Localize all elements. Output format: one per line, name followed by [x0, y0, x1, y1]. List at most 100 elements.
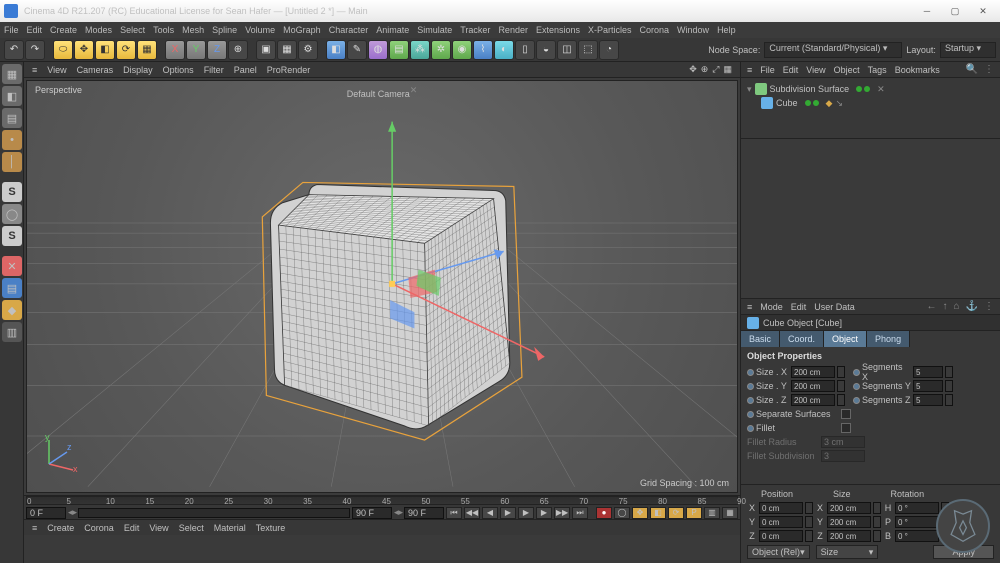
mat-corona[interactable]: Corona	[84, 523, 114, 533]
maximize-button[interactable]: ▢	[942, 2, 968, 20]
move-tool[interactable]: ✥	[74, 40, 94, 60]
render-view-button[interactable]: ▣	[256, 40, 276, 60]
key-pos[interactable]: ✥	[632, 507, 648, 519]
axis-z-toggle[interactable]: Z	[207, 40, 227, 60]
end-frame[interactable]: 90 F	[352, 507, 392, 519]
vp-display[interactable]: Display	[123, 65, 153, 75]
size-field[interactable]: 200 cm	[827, 530, 871, 542]
seg-field[interactable]: 5	[913, 394, 943, 406]
light-button[interactable]: ◒	[536, 40, 556, 60]
pos-field[interactable]: 0 cm	[759, 502, 803, 514]
minimize-button[interactable]: ─	[914, 2, 940, 20]
menu-spline[interactable]: Spline	[212, 25, 237, 35]
last-tool[interactable]: ▦	[137, 40, 157, 60]
mat-create[interactable]: Create	[47, 523, 74, 533]
layer-icon[interactable]: ▤	[2, 278, 22, 298]
snap-s2[interactable]: S	[2, 226, 22, 246]
xparticles-icon[interactable]: ✕	[2, 256, 22, 276]
menu-corona[interactable]: Corona	[640, 25, 670, 35]
volume-builder[interactable]: ◉	[452, 40, 472, 60]
coord-mode2[interactable]: Size▾	[816, 545, 879, 559]
seg-field[interactable]: 5	[913, 366, 943, 378]
subdiv-generator[interactable]: ◍	[368, 40, 388, 60]
current-frame[interactable]: 90 F	[404, 507, 444, 519]
attr-edit[interactable]: Edit	[791, 302, 807, 312]
separate-checkbox[interactable]	[841, 409, 851, 419]
next-frame[interactable]: ▶	[536, 507, 552, 519]
cube-primitive[interactable]: ◧	[326, 40, 346, 60]
misc-button[interactable]: ⬚	[578, 40, 598, 60]
vp-nav3[interactable]: ⤢	[712, 64, 719, 75]
key-opts[interactable]: ▥	[704, 507, 720, 519]
key-scale[interactable]: ◧	[650, 507, 666, 519]
menu-xparticles[interactable]: X-Particles	[588, 25, 632, 35]
om-view[interactable]: View	[806, 65, 825, 75]
camera-button[interactable]: ▯	[515, 40, 535, 60]
menu-render[interactable]: Render	[498, 25, 528, 35]
mat-view[interactable]: View	[149, 523, 168, 533]
start-frame[interactable]: 0 F	[26, 507, 66, 519]
mat-material[interactable]: Material	[214, 523, 246, 533]
misc2-button[interactable]: ◔	[599, 40, 619, 60]
attr-userdata[interactable]: User Data	[814, 302, 855, 312]
play-fwd[interactable]: ▶	[518, 507, 534, 519]
size-field[interactable]: 200 cm	[791, 380, 835, 392]
prev-frame[interactable]: ◀	[482, 507, 498, 519]
matbar-ham[interactable]: ≡	[32, 523, 37, 533]
tree-subdiv[interactable]: ▾ Subdivision Surface ✕	[747, 82, 994, 96]
extrude-generator[interactable]: ▤	[389, 40, 409, 60]
record-button[interactable]: ●	[596, 507, 612, 519]
menu-tracker[interactable]: Tracker	[460, 25, 490, 35]
menu-simulate[interactable]: Simulate	[417, 25, 452, 35]
vp-view[interactable]: View	[47, 65, 66, 75]
environment[interactable]: ◐	[494, 40, 514, 60]
texture-mode[interactable]: ▤	[2, 108, 22, 128]
point-mode[interactable]: •	[2, 130, 22, 150]
om-search-icon[interactable]: 🔍	[966, 64, 978, 75]
om-bookmarks[interactable]: Bookmarks	[895, 65, 940, 75]
menu-modes[interactable]: Modes	[85, 25, 112, 35]
timeline-open[interactable]: ▦	[722, 507, 738, 519]
vp-nav2[interactable]: ⊕	[701, 64, 709, 75]
size-field[interactable]: 200 cm	[791, 366, 835, 378]
om-ham[interactable]: ≡	[747, 65, 752, 75]
size-field[interactable]: 200 cm	[791, 394, 835, 406]
perspective-viewport[interactable]: Perspective Default Camera✕ Grid Spacing…	[26, 80, 738, 493]
take-icon[interactable]: ◆	[2, 300, 22, 320]
tree-cube[interactable]: Cube ◆ ↘	[747, 96, 994, 110]
menu-edit[interactable]: Edit	[27, 25, 43, 35]
spline-pen[interactable]: ✎	[347, 40, 367, 60]
layout-select[interactable]: Startup ▾	[940, 42, 996, 58]
vp-prorender[interactable]: ProRender	[267, 65, 311, 75]
next-key[interactable]: ▶▶	[554, 507, 570, 519]
edge-mode[interactable]: │	[2, 152, 22, 172]
field[interactable]: ✲	[431, 40, 451, 60]
seg-field[interactable]: 5	[913, 380, 943, 392]
snap-s1[interactable]: S	[2, 182, 22, 202]
rot-field[interactable]: 0 °	[895, 516, 939, 528]
om-tags[interactable]: Tags	[868, 65, 887, 75]
vp-nav4[interactable]: ▦	[723, 64, 732, 75]
nodespace-select[interactable]: Current (Standard/Physical) ▾	[764, 42, 902, 58]
rot-field[interactable]: 0 °	[895, 502, 939, 514]
size-field[interactable]: 200 cm	[827, 502, 871, 514]
menu-help[interactable]: Help	[717, 25, 736, 35]
menu-mesh[interactable]: Mesh	[182, 25, 204, 35]
menu-tools[interactable]: Tools	[153, 25, 174, 35]
key-rot[interactable]: ⟳	[668, 507, 684, 519]
menu-animate[interactable]: Animate	[376, 25, 409, 35]
goto-start[interactable]: ⏮	[446, 507, 462, 519]
vp-options[interactable]: Options	[163, 65, 194, 75]
om-object[interactable]: Object	[834, 65, 860, 75]
mat-select[interactable]: Select	[179, 523, 204, 533]
axis-y-toggle[interactable]: Y	[186, 40, 206, 60]
snap-ring[interactable]: ◯	[2, 204, 22, 224]
autokey-button[interactable]: ◯	[614, 507, 630, 519]
pos-field[interactable]: 0 cm	[759, 530, 803, 542]
rot-field[interactable]: 0 °	[895, 530, 939, 542]
menu-extensions[interactable]: Extensions	[536, 25, 580, 35]
tab-object[interactable]: Object	[824, 331, 867, 347]
render-region-button[interactable]: ▦	[277, 40, 297, 60]
size-field[interactable]: 200 cm	[827, 516, 871, 528]
prev-key[interactable]: ◀◀	[464, 507, 480, 519]
